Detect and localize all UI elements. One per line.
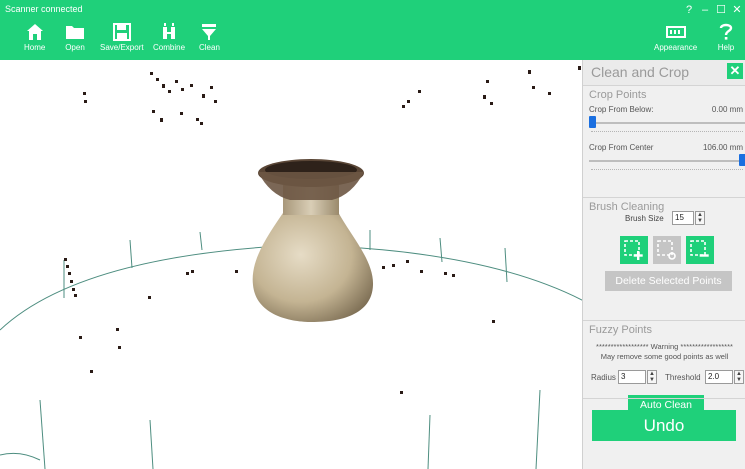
add-selection-button[interactable] [620, 236, 648, 264]
close-window-button[interactable]: ✕ [729, 3, 745, 17]
close-panel-button[interactable]: ✕ [727, 63, 743, 79]
undo-divider [583, 398, 745, 399]
brush-cleaning-title: Brush Cleaning [589, 201, 665, 213]
remove-selection-button[interactable] [686, 236, 714, 264]
crop-from-below-label: Crop From Below: [589, 105, 654, 114]
crop-points-section: Crop Points Crop From Below: 0.00 mm Cro… [583, 86, 745, 198]
crop-from-below-row: Crop From Below: 0.00 mm [583, 101, 745, 139]
help-label: Help [717, 43, 735, 52]
crop-from-below-value: 0.00 mm [711, 105, 743, 114]
panel-header: Clean and Crop ✕ [583, 60, 745, 86]
help-button[interactable]: Help [716, 22, 736, 52]
add-selection-icon [624, 240, 643, 260]
clean-button[interactable]: Clean [199, 22, 220, 52]
threshold-label: Threshold [665, 373, 701, 382]
crop-from-center-row: Crop From Center 106.00 mm [583, 139, 745, 177]
crop-points-title: Crop Points [589, 89, 647, 101]
home-label: Home [24, 43, 46, 52]
threshold-spinner[interactable]: ▲ ▼ [734, 370, 744, 384]
help-icon [716, 22, 736, 42]
crop-from-below-track[interactable] [589, 122, 745, 124]
combine-button[interactable]: Combine [153, 22, 185, 52]
minimize-button[interactable]: – [697, 3, 713, 17]
fuzzy-warning-header: ****************** Warning *************… [596, 342, 733, 351]
scanner-status: Scanner connected [5, 4, 83, 14]
close-icon: ✕ [729, 63, 741, 78]
fuzzy-warning-text: May remove some good points as well [600, 352, 729, 361]
save-icon [112, 22, 132, 42]
radius-input[interactable]: 3 [618, 370, 646, 384]
3d-viewport[interactable] [0, 60, 582, 469]
appearance-icon [665, 22, 686, 42]
top-toolbar: Scanner connected ? – ☐ ✕ Home Open Save… [0, 0, 745, 60]
scanned-vase [252, 159, 374, 322]
save-export-label: Save/Export [100, 43, 144, 52]
crop-from-center-thumb[interactable] [739, 154, 745, 166]
clean-crop-panel: Clean and Crop ✕ Crop Points Crop From B… [582, 60, 745, 469]
crop-from-below-thumb[interactable] [589, 116, 596, 128]
remove-selection-icon [690, 240, 709, 257]
brush-size-label: Brush Size [625, 214, 664, 223]
combine-label: Combine [153, 43, 186, 52]
save-export-button[interactable]: Save/Export [100, 22, 144, 52]
crop-from-center-track[interactable] [589, 160, 745, 162]
funnel-icon [199, 22, 219, 42]
fuzzy-points-title: Fuzzy Points [589, 324, 652, 336]
window-controls: ? – ☐ ✕ [681, 3, 745, 17]
crop-from-center-ticks [591, 169, 743, 171]
lasso-selection-icon [657, 240, 676, 260]
brush-size-spinner[interactable]: ▲ ▼ [695, 211, 705, 225]
combine-icon [159, 22, 179, 42]
home-button[interactable]: Home [24, 22, 45, 52]
home-icon [25, 22, 45, 42]
open-label: Open [65, 43, 85, 52]
open-button[interactable]: Open [65, 22, 85, 52]
folder-icon [65, 22, 85, 42]
threshold-input[interactable]: 2.0 [705, 370, 733, 384]
crop-from-center-value: 106.00 mm [702, 143, 743, 152]
crop-from-center-label: Crop From Center [589, 143, 654, 152]
appearance-button[interactable]: Appearance [654, 22, 697, 52]
appearance-label: Appearance [654, 43, 698, 52]
crop-from-below-ticks [591, 131, 743, 133]
maximize-button[interactable]: ☐ [713, 3, 729, 17]
radius-label: Radius [591, 373, 616, 382]
brush-size-input[interactable]: 15 [672, 211, 694, 225]
panel-title: Clean and Crop [591, 64, 690, 80]
help-window-button[interactable]: ? [681, 3, 697, 17]
lasso-selection-button[interactable] [653, 236, 681, 264]
clean-label: Clean [199, 43, 220, 52]
radius-spinner[interactable]: ▲ ▼ [647, 370, 657, 384]
undo-button[interactable]: Undo [592, 410, 736, 441]
scene [0, 66, 582, 469]
brush-cleaning-section: Brush Cleaning Brush Size 15 ▲ ▼ Delete S… [583, 198, 745, 321]
delete-selected-points-button[interactable]: Delete Selected Points [605, 271, 732, 291]
